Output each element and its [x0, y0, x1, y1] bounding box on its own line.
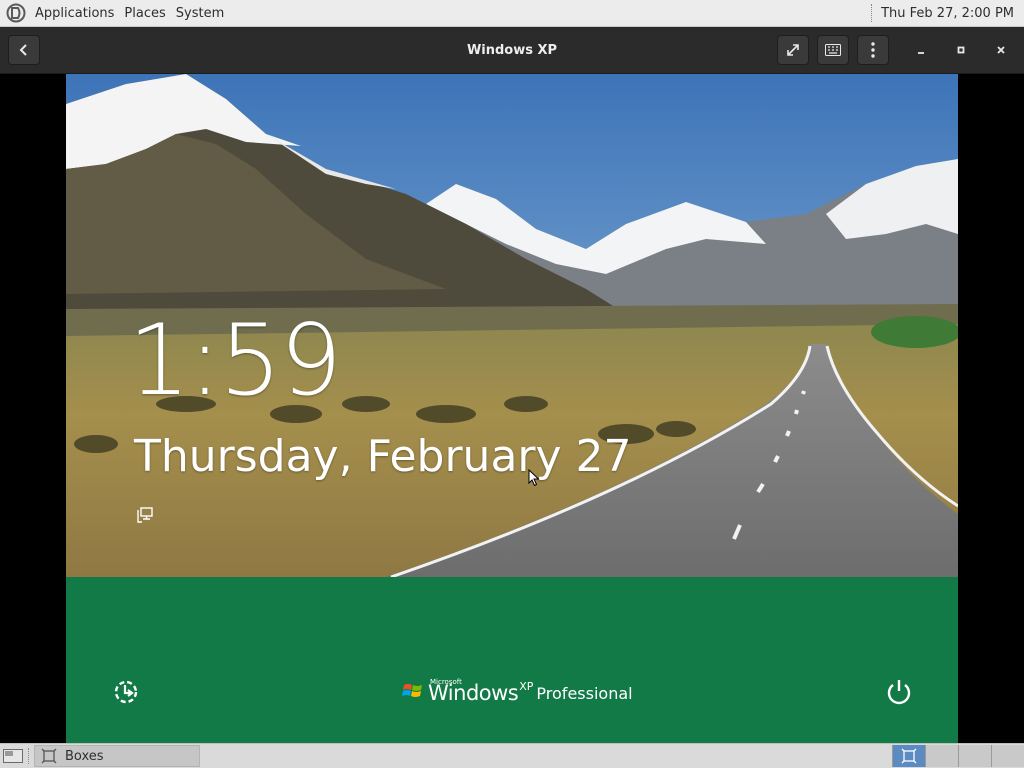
close-icon [997, 46, 1005, 54]
workspace-3[interactable] [958, 745, 991, 767]
system-menu[interactable]: System [171, 6, 229, 21]
minimize-icon [918, 52, 924, 54]
maximize-button[interactable] [946, 35, 976, 65]
lock-screen[interactable]: 1:59 Thursday, February 27 Microsoft Win… [66, 74, 958, 743]
workspace-2[interactable] [925, 745, 958, 767]
mouse-cursor-icon [528, 469, 540, 487]
window-thumbnail-icon [901, 748, 917, 764]
vm-display[interactable]: 1:59 Thursday, February 27 Microsoft Win… [0, 74, 1024, 743]
panel-clock[interactable]: Thu Feb 27, 2:00 PM [881, 6, 1014, 21]
taskbar-item-label: Boxes [65, 748, 104, 764]
panel-separator [871, 4, 873, 22]
boxes-header-bar: Windows XP [0, 27, 1024, 74]
places-menu[interactable]: Places [119, 6, 170, 21]
properties-menu-button[interactable] [857, 35, 889, 65]
applications-menu[interactable]: Applications [30, 6, 119, 21]
show-desktop-icon[interactable] [2, 747, 24, 765]
maximize-icon [957, 46, 965, 54]
workspace-1[interactable] [892, 745, 925, 767]
windows-flag-icon [402, 684, 422, 697]
fullscreen-button[interactable] [777, 35, 809, 65]
menu-dots-icon [871, 42, 875, 58]
bottom-panel: Boxes [0, 743, 1024, 768]
workspace-switcher[interactable] [892, 745, 1024, 767]
windows-xp-logo: Microsoft Windows XP Professional [402, 674, 633, 706]
taskbar-item-boxes[interactable]: Boxes [34, 745, 200, 767]
boxes-app-icon [41, 748, 57, 764]
xp-wordmark: XP [519, 680, 534, 693]
lock-screen-time: 1:59 [128, 304, 342, 418]
ease-of-access-icon[interactable] [112, 677, 142, 707]
distro-logo-icon[interactable] [6, 3, 26, 23]
power-icon[interactable] [884, 677, 914, 707]
go-back-icon [19, 44, 27, 56]
keyboard-button[interactable] [817, 35, 849, 65]
minimize-button[interactable] [906, 35, 936, 65]
fullscreen-icon [787, 44, 799, 56]
workspace-4[interactable] [991, 745, 1024, 767]
close-button[interactable] [986, 35, 1016, 65]
back-button[interactable] [8, 35, 40, 65]
lock-screen-bottom-band: Microsoft Windows XP Professional [66, 577, 958, 743]
keyboard-icon [825, 44, 841, 56]
network-status-icon[interactable] [136, 506, 154, 524]
lock-screen-date: Thursday, February 27 [134, 431, 632, 482]
top-panel: Applications Places System Thu Feb 27, 2… [0, 0, 1024, 27]
panel-grip[interactable] [28, 748, 32, 764]
microsoft-wordmark: Microsoft [430, 678, 462, 686]
edition-label: Professional [536, 684, 633, 703]
